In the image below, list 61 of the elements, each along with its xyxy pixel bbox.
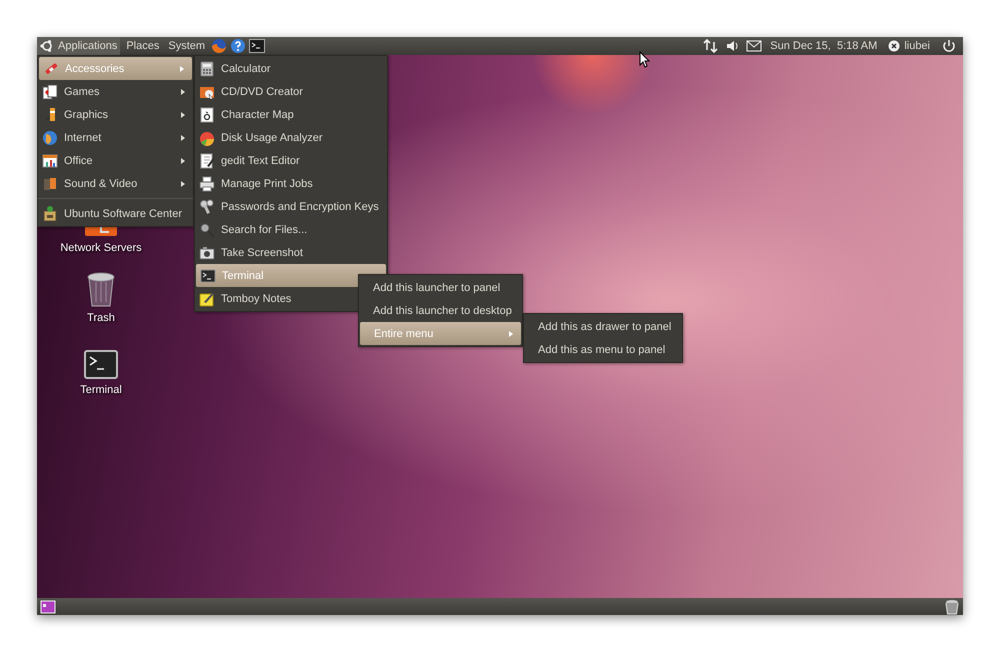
arrow-icon <box>509 330 513 336</box>
panel-menu[interactable]: Places <box>123 37 162 55</box>
ubuntu-logo-icon <box>40 39 54 53</box>
menu-item[interactable]: Calculator <box>195 57 387 80</box>
terminal-icon[interactable] <box>249 38 266 54</box>
clock[interactable]: Sun Dec 15, 5:18 AM <box>770 40 878 52</box>
character-tile-icon <box>199 106 215 122</box>
menu-item[interactable]: Take Screenshot <box>195 241 387 264</box>
network-arrows-icon[interactable] <box>703 38 718 54</box>
menu-item[interactable]: Search for Files... <box>195 218 387 241</box>
volume-icon[interactable] <box>726 38 738 54</box>
arrow-icon <box>180 66 184 72</box>
pencil-page-icon <box>199 152 215 168</box>
arrow-icon <box>181 180 185 186</box>
menu-item[interactable]: Graphics <box>38 103 193 126</box>
menu-item[interactable]: CD/DVD Creator <box>195 80 387 103</box>
camera-icon <box>199 244 215 260</box>
calculator-icon <box>199 60 215 76</box>
panel-menu[interactable]: Applications <box>37 37 120 55</box>
trash-icon[interactable] <box>944 598 960 614</box>
user-menu[interactable]: liubei <box>885 37 933 55</box>
shopping-bag-icon <box>42 206 58 222</box>
menu-item[interactable]: gedit Text Editor <box>195 149 387 172</box>
menu-item[interactable]: Add this launcher to desktop <box>359 299 522 322</box>
notepad-icon <box>199 290 215 306</box>
arrow-icon <box>181 112 185 118</box>
menu-item[interactable]: Sound & Video <box>38 172 193 195</box>
menu-item[interactable]: Manage Print Jobs <box>195 172 387 195</box>
power-icon[interactable] <box>941 38 957 54</box>
show-desktop-icon[interactable] <box>40 598 56 614</box>
help-icon[interactable] <box>230 38 246 54</box>
menu-item[interactable]: Add this as menu to panel <box>524 338 682 361</box>
arrow-icon <box>181 88 185 94</box>
terminal-icon[interactable] <box>84 350 118 380</box>
pie-chart-icon <box>199 130 215 146</box>
icon-label: Terminal <box>80 384 122 396</box>
icon-label: Trash <box>87 312 115 324</box>
menu-item[interactable]: Disk Usage Analyzer <box>195 126 387 149</box>
menu-item[interactable]: Character Map <box>195 103 387 126</box>
keys-icon <box>199 198 215 214</box>
spreadsheet-icon <box>42 152 58 168</box>
menu-item[interactable]: Games <box>38 80 193 103</box>
envelope-icon[interactable] <box>746 38 762 54</box>
arrow-icon <box>181 134 185 140</box>
panel-menu[interactable]: System <box>165 37 208 55</box>
user-status-icon <box>888 40 900 52</box>
mouse-pointer-icon <box>639 51 651 68</box>
playing-cards-icon <box>42 84 58 100</box>
search-icon <box>199 222 215 238</box>
icon-label: Network Servers <box>60 242 142 254</box>
arrow-icon <box>181 158 185 164</box>
printer-icon <box>199 176 215 192</box>
trash-icon[interactable] <box>86 272 116 308</box>
menu-item[interactable]: Add this as drawer to panel <box>524 315 682 338</box>
menu-item[interactable]: Ubuntu Software Center <box>38 202 193 225</box>
menu-item[interactable]: Passwords and Encryption Keys <box>195 195 387 218</box>
globe-icon <box>42 130 58 146</box>
menu-item[interactable]: Internet <box>38 126 193 149</box>
menu-item[interactable]: Office <box>38 149 193 172</box>
browser-globe-icon[interactable] <box>211 38 228 54</box>
terminal-icon <box>200 268 216 284</box>
